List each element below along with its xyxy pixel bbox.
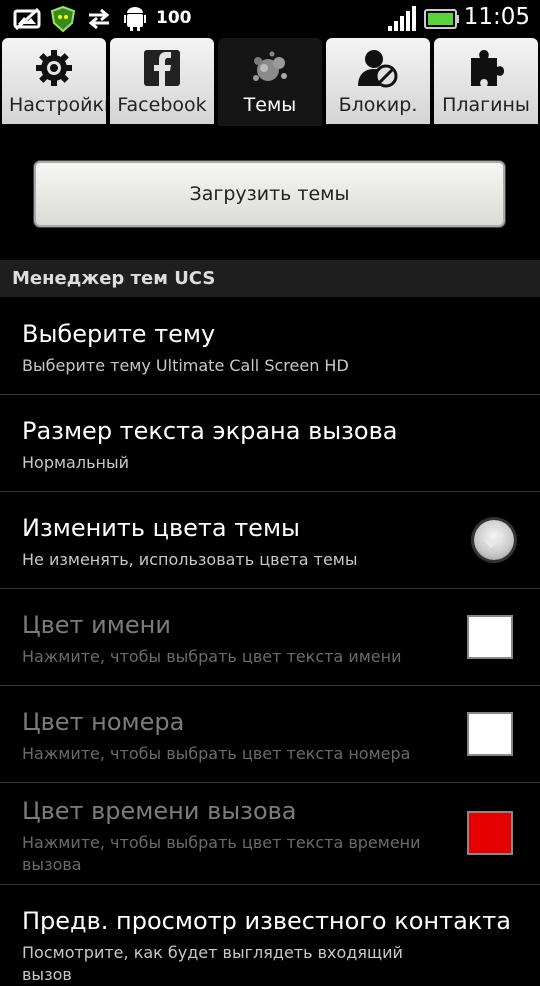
pref-call-time-color[interactable]: Цвет времени вызова Нажмите, чтобы выбра… bbox=[0, 783, 540, 885]
photo-icon bbox=[12, 4, 42, 34]
pref-summary: Не изменять, использовать цвета темы bbox=[22, 550, 358, 569]
colors-toggle[interactable] bbox=[474, 520, 514, 560]
tab-settings[interactable]: Настройки bbox=[2, 38, 106, 124]
number-color-swatch[interactable] bbox=[467, 712, 513, 756]
pref-title: Изменить цвета темы bbox=[22, 514, 300, 542]
pref-summary: Нажмите, чтобы выбрать цвет текста имени bbox=[22, 647, 402, 666]
signal-icon bbox=[386, 4, 418, 34]
pref-change-theme-colors[interactable]: Изменить цвета темы Не изменять, использ… bbox=[0, 492, 540, 589]
section-header: Менеджер тем UCS bbox=[0, 260, 540, 297]
pref-title: Цвет номера bbox=[22, 708, 185, 736]
name-color-swatch[interactable] bbox=[467, 615, 513, 659]
paint-splash-icon bbox=[218, 48, 322, 88]
pref-title: Размер текста экрана вызова bbox=[22, 417, 398, 445]
battery-icon bbox=[424, 4, 460, 34]
tab-label: Блокир. bbox=[338, 94, 418, 116]
shield-app-icon bbox=[48, 4, 78, 34]
clock: 11:05 bbox=[463, 4, 530, 30]
load-themes-button[interactable]: Загрузить темы bbox=[34, 161, 505, 227]
tab-plugins[interactable]: Плагины bbox=[434, 38, 538, 124]
tab-block[interactable]: Блокир. bbox=[326, 38, 430, 124]
gear-icon bbox=[2, 48, 106, 88]
tab-label: Темы bbox=[243, 94, 297, 116]
tab-facebook[interactable]: Facebook bbox=[110, 38, 214, 124]
pref-summary: Нажмите, чтобы выбрать цвет текста време… bbox=[22, 833, 421, 874]
facebook-icon bbox=[110, 48, 214, 88]
block-user-icon bbox=[326, 48, 430, 88]
pref-title: Цвет имени bbox=[22, 611, 171, 639]
pref-title: Цвет времени вызова bbox=[22, 797, 297, 825]
puzzle-icon bbox=[434, 48, 538, 88]
battery-percent: 100 bbox=[156, 8, 192, 28]
tab-themes[interactable]: Темы bbox=[218, 38, 322, 126]
sync-arrows-icon bbox=[86, 4, 112, 34]
tab-bar: Настройки Facebook Темы Блокир. Плагины bbox=[0, 38, 540, 126]
pref-summary: Нормальный bbox=[22, 453, 129, 472]
pref-summary: Выберите тему Ultimate Call Screen HD bbox=[22, 356, 349, 375]
pref-number-color[interactable]: Цвет номера Нажмите, чтобы выбрать цвет … bbox=[0, 686, 540, 783]
pref-preview-contact[interactable]: Предв. просмотр известного контакта Посм… bbox=[0, 885, 540, 984]
pref-title: Выберите тему bbox=[22, 320, 216, 348]
tab-label: Плагины bbox=[442, 94, 530, 116]
pref-select-theme[interactable]: Выберите тему Выберите тему Ultimate Cal… bbox=[0, 298, 540, 395]
pref-summary: Нажмите, чтобы выбрать цвет текста номер… bbox=[22, 744, 411, 763]
android-icon bbox=[122, 4, 148, 34]
check-icon bbox=[483, 532, 505, 549]
call-time-color-swatch[interactable] bbox=[467, 811, 513, 855]
pref-title: Предв. просмотр известного контакта bbox=[22, 907, 511, 935]
pref-name-color[interactable]: Цвет имени Нажмите, чтобы выбрать цвет т… bbox=[0, 589, 540, 686]
tab-label: Настройки bbox=[9, 94, 106, 116]
status-bar: 100 11:05 bbox=[0, 0, 540, 38]
tab-label: Facebook bbox=[117, 94, 207, 116]
pref-summary: Посмотрите, как будет выглядеть входящий… bbox=[22, 943, 403, 984]
pref-text-size[interactable]: Размер текста экрана вызова Нормальный bbox=[0, 395, 540, 492]
